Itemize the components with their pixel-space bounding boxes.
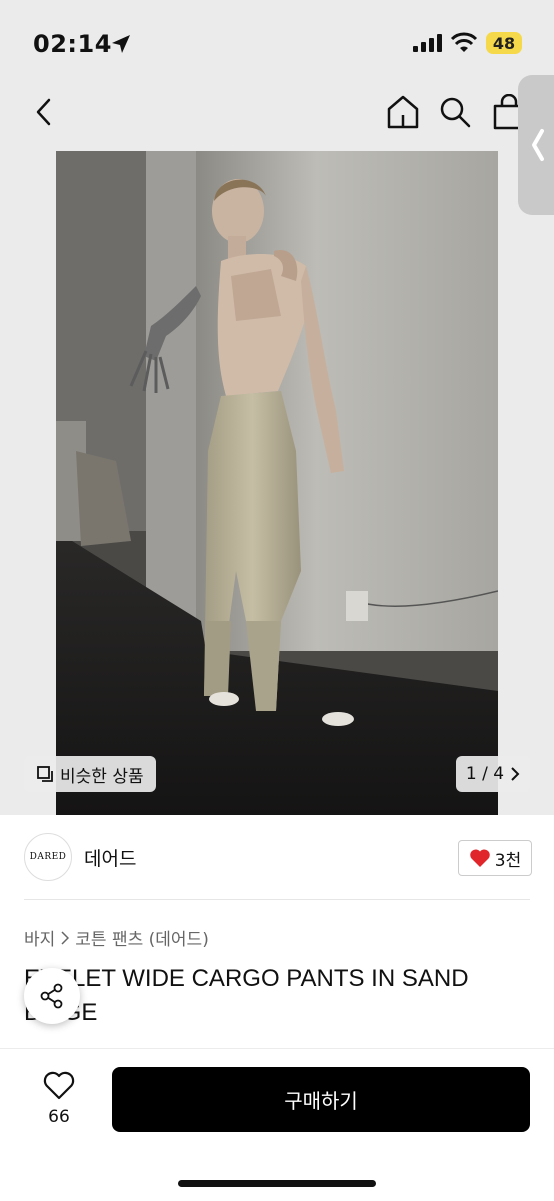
divider [24, 899, 530, 900]
search-icon [440, 97, 471, 128]
product-photo-illustration [56, 151, 498, 815]
status-bar: 02:14 48 [0, 0, 554, 80]
brand-logo-text: DARED [29, 852, 67, 862]
share-icon [40, 983, 63, 1009]
chevron-left-icon [532, 129, 544, 161]
wishlist-count: 66 [48, 1107, 70, 1127]
product-image[interactable] [56, 151, 498, 815]
home-icon [387, 95, 419, 129]
home-button[interactable] [385, 93, 421, 131]
copy-icon [37, 766, 53, 782]
page-indicator-text: 1 / 4 [465, 764, 505, 784]
bottom-action-bar: 66 구매하기 [0, 1048, 554, 1201]
brand-name[interactable]: 데어드 [84, 844, 136, 871]
like-count-badge[interactable]: 3천 [458, 840, 532, 876]
breadcrumb-subcategory[interactable]: 코튼 팬츠 (데어드) [75, 925, 209, 950]
similar-products-label: 비슷한 상품 [60, 766, 144, 787]
similar-products-button[interactable]: 비슷한 상품 [24, 756, 156, 792]
search-button[interactable] [438, 95, 472, 129]
product-title: EYELET WIDE CARGO PANTS IN SAND BEIGE [24, 965, 469, 1024]
chevron-left-icon [36, 98, 51, 126]
status-time: 02:14 [33, 30, 112, 58]
home-indicator [178, 1180, 376, 1187]
chevron-right-icon [511, 767, 520, 781]
battery-indicator: 48 [486, 32, 522, 54]
back-button[interactable] [28, 95, 58, 129]
like-count: 3천 [494, 850, 522, 871]
share-button[interactable] [24, 968, 80, 1024]
wishlist-button[interactable]: 66 [28, 1071, 90, 1127]
heart-filled-icon [470, 849, 490, 867]
buy-button[interactable]: 구매하기 [112, 1067, 530, 1132]
location-arrow-icon [112, 35, 130, 53]
heart-outline-icon [43, 1071, 75, 1100]
breadcrumb-category[interactable]: 바지 [24, 925, 55, 950]
chevron-right-icon [61, 930, 70, 945]
wifi-icon [450, 32, 478, 52]
breadcrumb: 바지 코튼 팬츠 (데어드) [24, 925, 209, 950]
brand-row: DARED 데어드 3천 [0, 830, 554, 886]
brand-logo[interactable]: DARED [24, 833, 72, 881]
side-panel-handle[interactable] [518, 75, 554, 215]
image-page-indicator[interactable]: 1 / 4 [456, 756, 530, 792]
battery-level: 48 [492, 33, 516, 53]
cellular-signal-icon [413, 34, 442, 52]
